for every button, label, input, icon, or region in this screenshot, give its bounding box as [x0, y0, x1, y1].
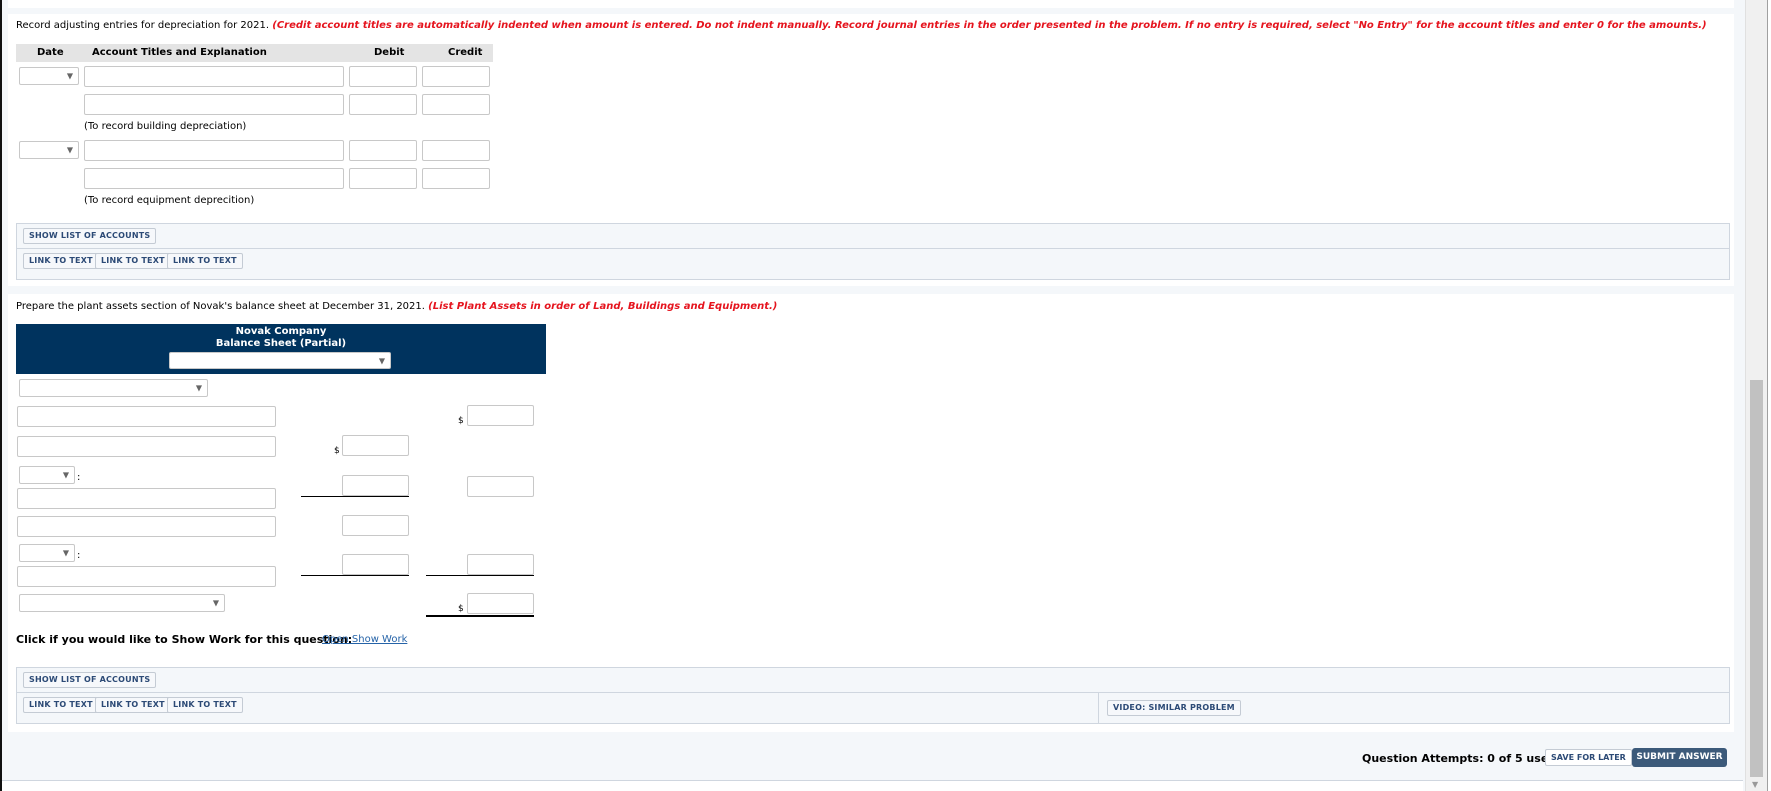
show-list-of-accounts-button[interactable]: SHOW LIST OF ACCOUNTS [23, 672, 157, 688]
accum-depr-equipment-label-input[interactable] [17, 566, 276, 587]
dropdown-arrow-icon: ▼ [195, 383, 202, 393]
buildings-amount-input[interactable] [342, 435, 409, 456]
header-debit: Debit [374, 47, 405, 58]
entry1-line2-account-input[interactable] [84, 94, 344, 115]
company-name: Novak Company [235, 326, 327, 337]
balance-sheet-instruction-note: (List Plant Assets in order of Land, Bui… [428, 301, 778, 312]
link-to-text-button-3[interactable]: LINK TO TEXT [167, 253, 243, 269]
submit-answer-button[interactable]: SUBMIT ANSWER [1632, 748, 1727, 767]
equipment-label-input[interactable] [17, 516, 276, 537]
panel-divider [1098, 693, 1099, 723]
entry2-line1-account-input[interactable] [84, 140, 344, 161]
entry2-explanation: (To record equipment deprecition) [84, 195, 255, 206]
statement-title: Balance Sheet (Partial) [215, 338, 347, 349]
entry1-line1-credit-input[interactable] [422, 66, 490, 87]
page-bottom [2, 781, 1743, 791]
statement-date-select[interactable]: ▼ [169, 352, 391, 369]
link-to-text-button-2[interactable]: LINK TO TEXT [95, 253, 171, 269]
journal-table-header: Date Account Titles and Explanation Debi… [16, 44, 493, 62]
section-heading-select[interactable]: ▼ [19, 379, 208, 397]
header-credit: Credit [448, 47, 483, 58]
balance-sheet-instruction-text: Prepare the plant assets section of Nova… [16, 301, 425, 312]
entry2-line1-debit-input[interactable] [349, 140, 417, 161]
journal-instruction-note: (Credit account titles are automatically… [272, 20, 1707, 31]
dropdown-arrow-icon: ▼ [378, 356, 385, 365]
accum-depr-buildings-amount-input[interactable] [342, 475, 409, 496]
entry2-line2-credit-input[interactable] [422, 168, 490, 189]
balance-sheet-header: Novak Company Balance Sheet (Partial) ▼ [16, 324, 546, 374]
buildings-label-input[interactable] [17, 436, 276, 457]
link-to-text-button-3[interactable]: LINK TO TEXT [167, 697, 243, 713]
part2-resources-panel: SHOW LIST OF ACCOUNTS LINK TO TEXT LINK … [16, 667, 1730, 724]
entry2-line2-debit-input[interactable] [349, 168, 417, 189]
entry2-line2-account-input[interactable] [84, 168, 344, 189]
subtotal-underline [301, 496, 409, 497]
subtotal-underline [301, 575, 409, 576]
currency-symbol: $ [334, 446, 340, 456]
entry1-explanation: (To record building depreciation) [84, 121, 247, 132]
window-left-edge [0, 0, 2, 791]
colon-separator: : [77, 472, 81, 483]
journal-instruction: Record adjusting entries for depreciatio… [16, 20, 1707, 31]
link-to-text-button-1[interactable]: LINK TO TEXT [23, 253, 99, 269]
previous-card-bottom [8, 0, 1734, 8]
scroll-down-arrow-icon[interactable]: ▼ [1752, 780, 1758, 789]
less-select-equipment[interactable]: ▼ [19, 544, 75, 562]
vertical-scrollbar[interactable]: ▼ [1745, 0, 1771, 791]
currency-symbol: $ [458, 416, 464, 426]
show-work-prompt: Click if you would like to Show Work for… [16, 633, 353, 646]
link-to-text-button-2[interactable]: LINK TO TEXT [95, 697, 171, 713]
links-row: LINK TO TEXT LINK TO TEXT LINK TO TEXT V… [17, 693, 1729, 723]
equipment-amount-input[interactable] [342, 515, 409, 536]
entry1-line1-account-input[interactable] [84, 66, 344, 87]
links-row: LINK TO TEXT LINK TO TEXT LINK TO TEXT [17, 249, 1729, 279]
currency-symbol: $ [458, 604, 464, 614]
part1-resources-panel: SHOW LIST OF ACCOUNTS LINK TO TEXT LINK … [16, 223, 1730, 280]
entry1-line2-credit-input[interactable] [422, 94, 490, 115]
entry1-line1-debit-input[interactable] [349, 66, 417, 87]
net-equipment-amount-input[interactable] [467, 554, 534, 575]
accum-depr-equipment-amount-input[interactable] [342, 554, 409, 575]
dropdown-arrow-icon: ▼ [66, 71, 73, 81]
total-plant-assets-amount-input[interactable] [467, 593, 534, 614]
net-buildings-amount-input[interactable] [467, 476, 534, 497]
total-double-underline [426, 615, 534, 617]
entry2-date-select[interactable]: ▼ [19, 141, 79, 159]
dropdown-arrow-icon: ▼ [66, 145, 73, 155]
show-list-of-accounts-button[interactable]: SHOW LIST OF ACCOUNTS [23, 228, 157, 244]
journal-instruction-text: Record adjusting entries for depreciatio… [16, 20, 270, 31]
balance-sheet-instruction: Prepare the plant assets section of Nova… [16, 301, 777, 312]
balance-sheet-card: Prepare the plant assets section of Nova… [8, 294, 1734, 732]
header-date: Date [37, 47, 64, 58]
header-account-titles: Account Titles and Explanation [92, 47, 267, 58]
subtotal-underline [426, 575, 534, 576]
window-right-edge [1767, 0, 1771, 791]
video-similar-problem-button[interactable]: VIDEO: SIMILAR PROBLEM [1107, 700, 1241, 716]
scrollbar-thumb[interactable] [1750, 380, 1763, 777]
entry2-line1-credit-input[interactable] [422, 140, 490, 161]
entry1-date-select[interactable]: ▼ [19, 67, 79, 85]
link-to-text-button-1[interactable]: LINK TO TEXT [23, 697, 99, 713]
less-select-buildings[interactable]: ▼ [19, 466, 75, 484]
entry1-line2-debit-input[interactable] [349, 94, 417, 115]
accounts-row: SHOW LIST OF ACCOUNTS [17, 224, 1729, 249]
land-label-input[interactable] [17, 406, 276, 427]
land-amount-input[interactable] [467, 405, 534, 426]
journal-entry-card: Record adjusting entries for depreciatio… [8, 14, 1734, 286]
question-attempts: Question Attempts: 0 of 5 used [1362, 752, 1557, 765]
total-label-select[interactable]: ▼ [19, 594, 225, 612]
save-for-later-button[interactable]: SAVE FOR LATER [1545, 749, 1632, 766]
accounts-row: SHOW LIST OF ACCOUNTS [17, 668, 1729, 693]
open-show-work-link[interactable]: Open Show Work [322, 634, 407, 645]
dropdown-arrow-icon: ▼ [62, 548, 69, 558]
accum-depr-buildings-label-input[interactable] [17, 488, 276, 509]
dropdown-arrow-icon: ▼ [62, 470, 69, 480]
colon-separator: : [77, 550, 81, 561]
dropdown-arrow-icon: ▼ [212, 598, 219, 608]
